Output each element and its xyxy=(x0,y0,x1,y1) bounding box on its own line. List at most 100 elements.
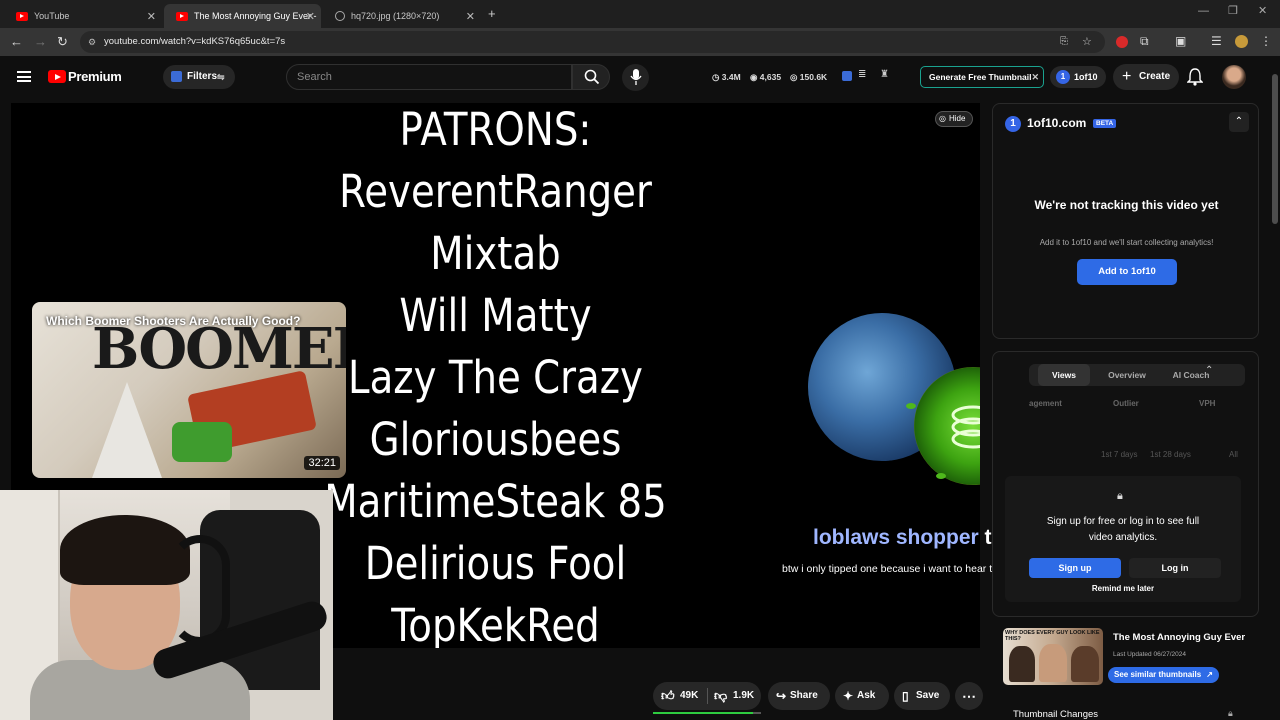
bookmark-star-icon[interactable]: ☆ xyxy=(1082,31,1092,53)
range-28-days[interactable]: 1st 28 days xyxy=(1150,450,1191,459)
plus-icon: + xyxy=(1122,68,1132,85)
dislike-icon[interactable]: 👎︎ xyxy=(714,682,727,710)
close-icon[interactable]: ✕ xyxy=(306,10,315,23)
thumbnail-face xyxy=(1071,646,1099,682)
range-7-days[interactable]: 1st 7 days xyxy=(1101,450,1137,459)
save-label: Save xyxy=(916,690,940,701)
browser-tab-bar: YouTube ✕ The Most Annoying Guy Ever - ✕… xyxy=(0,0,1280,28)
voice-search-button[interactable] xyxy=(622,64,649,91)
collapse-chevron-icon[interactable]: ⌃ xyxy=(1229,112,1249,132)
like-icon[interactable]: 👍︎ xyxy=(661,682,675,710)
ask-label: Ask xyxy=(857,690,876,701)
signup-button[interactable]: Sign up xyxy=(1029,558,1121,578)
youtube-logo-icon[interactable] xyxy=(48,70,66,83)
remind-later-link[interactable]: Remind me later xyxy=(1005,584,1241,593)
thumbnail-mower xyxy=(172,422,232,462)
blurred-metrics: agement Outlier VPH 1st 7 days 1st 28 da… xyxy=(1005,392,1249,472)
close-icon[interactable]: ✕ xyxy=(147,10,156,23)
menu-dots-icon[interactable]: ⋮ xyxy=(1260,34,1272,48)
tab-title: YouTube xyxy=(34,11,70,21)
extension-icon[interactable] xyxy=(1116,36,1128,48)
search-input[interactable]: Search xyxy=(286,64,572,90)
add-hint-text: Add it to 1of10 and we'll start collecti… xyxy=(1039,238,1214,247)
generate-thumbnail-label: Generate Free Thumbnail xyxy=(929,72,1032,82)
reload-icon[interactable]: ↻ xyxy=(57,34,68,50)
thumbnail-face xyxy=(1009,646,1035,682)
more-actions-button[interactable]: ⋯ xyxy=(955,682,983,710)
youtube-header: Premium Filters ⇋ Search ◷ 3.4M ◉ 4,635 … xyxy=(0,56,1270,100)
sparkle-icon: ✦ xyxy=(843,689,854,703)
webcam-overlay xyxy=(0,490,333,720)
patron-name: Mixtab xyxy=(430,227,561,280)
tip-coin-icon xyxy=(914,367,980,485)
notifications-bell-icon[interactable] xyxy=(1187,68,1203,86)
back-icon[interactable]: ← xyxy=(10,34,23,49)
filters-button[interactable]: Filters ⇋ xyxy=(163,65,235,89)
list-icon[interactable]: ≣ xyxy=(858,69,866,80)
thumbnail-caption: WHY DOES EVERY GUY LOOK LIKE THIS? xyxy=(1005,630,1100,642)
tab-ai-coach[interactable]: AI Coach xyxy=(1164,364,1218,386)
views-stat: ◎ 150.6K xyxy=(790,72,828,82)
tab-most-annoying-guy[interactable]: The Most Annoying Guy Ever - ✕ xyxy=(164,4,321,28)
range-all[interactable]: All xyxy=(1229,450,1238,459)
url-field[interactable]: ⚙ youtube.com/watch?v=kdKS76q65uc&t=7s ⎘… xyxy=(80,31,1105,53)
close-icon[interactable]: ✕ xyxy=(1031,67,1039,87)
scrollbar-thumb[interactable] xyxy=(1272,74,1278,224)
minimize-icon[interactable]: — xyxy=(1198,5,1209,17)
tab-title: The Most Annoying Guy Ever - xyxy=(194,11,317,21)
see-similar-button[interactable]: See similar thumbnails ↗ xyxy=(1108,667,1219,683)
trophy-icon[interactable]: ♜ xyxy=(880,69,889,80)
patrons-heading: PATRONS: xyxy=(399,103,592,156)
filters-label: Filters xyxy=(187,71,218,82)
sidepanel-icon[interactable]: ▣ xyxy=(1175,34,1186,48)
install-icon[interactable]: ⎘ xyxy=(1060,31,1068,53)
close-icon[interactable]: ✕ xyxy=(466,10,475,23)
search-button[interactable] xyxy=(572,64,610,90)
close-window-icon[interactable]: ✕ xyxy=(1258,4,1267,17)
ask-button[interactable]: ✦ Ask xyxy=(835,682,889,710)
sliders-icon: ⇋ xyxy=(217,72,225,82)
hide-button[interactable]: ◎ Hide xyxy=(935,111,973,127)
thumbnail-preview[interactable]: WHY DOES EVERY GUY LOOK LIKE THIS? xyxy=(1003,628,1103,685)
external-link-icon: ↗ xyxy=(1206,670,1213,679)
page-scrollbar[interactable] xyxy=(1270,60,1280,720)
tab-views[interactable]: Views xyxy=(1038,364,1090,386)
login-button[interactable]: Log in xyxy=(1129,558,1221,578)
like-dislike-group: 👍︎ 49K 👎︎ 1.9K xyxy=(653,682,761,710)
video-suggestion-card[interactable]: BOOMER Which Boomer Shooters Are Actuall… xyxy=(32,302,346,478)
tipper-name: loblaws shopper xyxy=(813,526,979,549)
like-ratio-fill xyxy=(653,712,754,714)
youtube-premium-logo[interactable]: Premium xyxy=(68,69,122,84)
add-to-oneof10-button[interactable]: Add to 1of10 xyxy=(1077,259,1177,285)
share-button[interactable]: ↪ Share xyxy=(768,682,830,710)
tab-search-icon[interactable]: ☰ xyxy=(1211,34,1222,48)
subscribers-stat: ◷ 3.4M xyxy=(712,72,741,82)
tab-youtube[interactable]: YouTube ✕ xyxy=(4,4,162,28)
generate-thumbnail-button[interactable]: Generate Free Thumbnail ✕ xyxy=(920,66,1044,88)
save-button[interactable]: ▯ Save xyxy=(894,682,950,710)
site-info-icon[interactable]: ⚙ xyxy=(88,31,96,53)
thumbnail-title: The Most Annoying Guy Ever xyxy=(1113,632,1246,643)
extensions-puzzle-icon[interactable]: ⧉ xyxy=(1140,34,1149,49)
thumbnail-face xyxy=(1039,644,1067,682)
like-ratio-bar xyxy=(653,712,761,714)
patron-name: ReverentRanger xyxy=(339,165,652,218)
forward-icon[interactable]: → xyxy=(34,34,47,49)
extension-badge-icon[interactable] xyxy=(842,71,852,81)
oneof10-logo-icon: 1 xyxy=(1005,116,1021,132)
tab-overview[interactable]: Overview xyxy=(1100,364,1154,386)
like-count[interactable]: 49K xyxy=(680,682,698,710)
oneof10-button[interactable]: 1 1of10 xyxy=(1050,66,1106,88)
microphone-icon xyxy=(630,69,642,85)
panel-brand: 1of10.com xyxy=(1027,116,1087,130)
maximize-icon[interactable]: ❐ xyxy=(1228,4,1238,17)
account-avatar[interactable] xyxy=(1222,65,1246,89)
search-icon xyxy=(584,69,600,85)
dislike-count[interactable]: 1.9K xyxy=(733,682,754,710)
oneof10-logo-icon: 1 xyxy=(1056,70,1070,84)
profile-icon[interactable] xyxy=(1235,35,1248,48)
new-tab-icon[interactable]: + xyxy=(488,6,496,21)
hamburger-menu-icon[interactable] xyxy=(17,71,31,82)
create-button[interactable]: + Create xyxy=(1113,64,1179,90)
tab-hq720[interactable]: hq720.jpg (1280×720) ✕ xyxy=(323,4,481,28)
